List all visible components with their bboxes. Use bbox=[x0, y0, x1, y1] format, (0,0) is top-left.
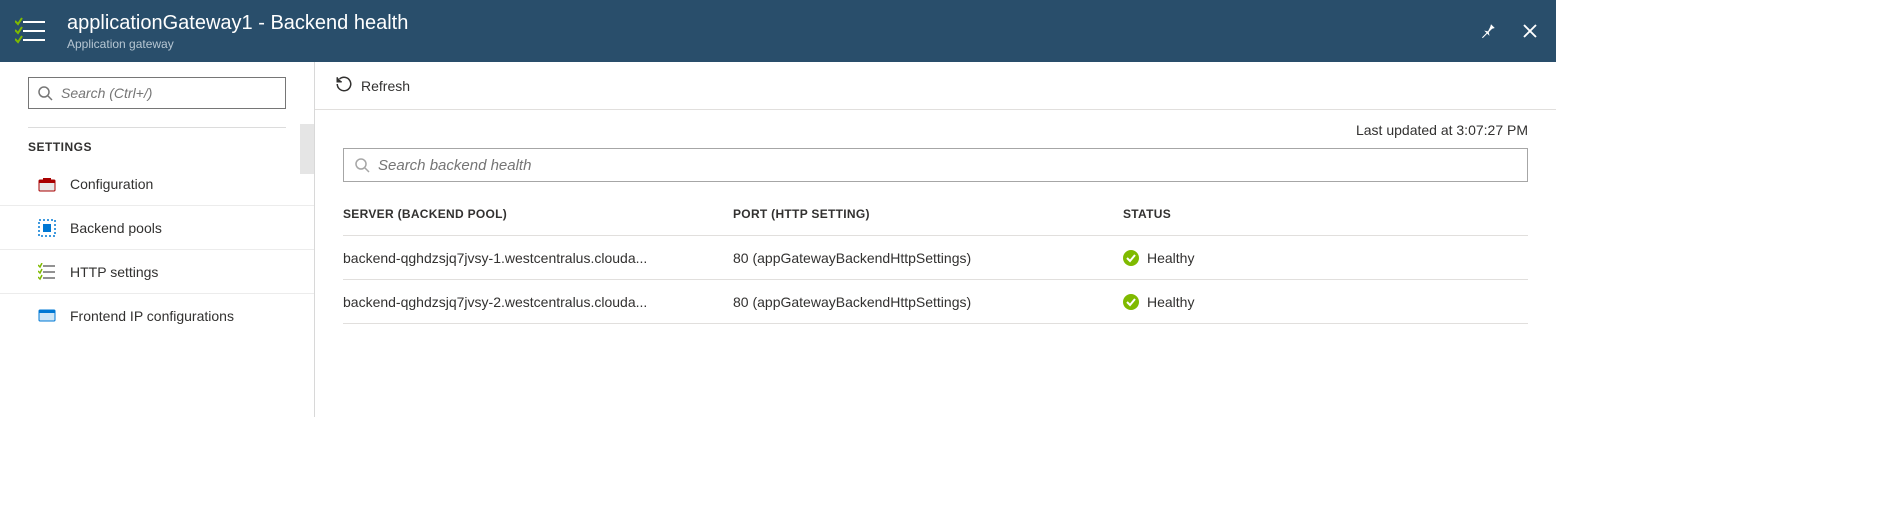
frontend-ip-icon bbox=[38, 307, 56, 325]
sidebar-item-frontend-ip[interactable]: Frontend IP configurations bbox=[0, 294, 314, 338]
search-icon bbox=[354, 157, 370, 173]
blade-header: applicationGateway1 - Backend health App… bbox=[0, 0, 1556, 62]
status-label: Healthy bbox=[1147, 250, 1194, 266]
cell-status: Healthy bbox=[1123, 294, 1528, 310]
refresh-icon bbox=[335, 75, 353, 96]
configuration-icon bbox=[38, 175, 56, 193]
status-label: Healthy bbox=[1147, 294, 1194, 310]
last-updated-text: Last updated at 3:07:27 PM bbox=[315, 110, 1556, 138]
cell-port: 80 (appGatewayBackendHttpSettings) bbox=[733, 250, 1123, 266]
column-header-status[interactable]: STATUS bbox=[1123, 207, 1528, 221]
refresh-button[interactable]: Refresh bbox=[335, 75, 410, 96]
sidebar-item-backend-pools[interactable]: Backend pools bbox=[0, 206, 314, 250]
divider bbox=[28, 127, 286, 128]
http-settings-icon bbox=[38, 263, 56, 281]
sidebar-heading-settings: SETTINGS bbox=[28, 140, 286, 154]
table-header: SERVER (BACKEND POOL) PORT (HTTP SETTING… bbox=[343, 192, 1528, 236]
scrollbar-thumb[interactable] bbox=[300, 124, 314, 174]
backend-health-search-input[interactable] bbox=[378, 157, 1517, 174]
toolbar: Refresh bbox=[315, 62, 1556, 110]
sidebar-item-label: Backend pools bbox=[70, 220, 162, 236]
backend-pools-icon bbox=[38, 219, 56, 237]
cell-status: Healthy bbox=[1123, 250, 1528, 266]
main-content: Refresh Last updated at 3:07:27 PM SERVE… bbox=[315, 62, 1556, 417]
sidebar-item-label: Frontend IP configurations bbox=[70, 308, 234, 324]
sidebar-item-configuration[interactable]: Configuration bbox=[0, 162, 314, 206]
pin-button[interactable] bbox=[1474, 17, 1502, 45]
page-subtitle: Application gateway bbox=[67, 37, 1474, 51]
page-title: applicationGateway1 - Backend health bbox=[67, 11, 1474, 35]
sidebar: SETTINGS Configuration Backend pools bbox=[0, 62, 315, 417]
column-header-server[interactable]: SERVER (BACKEND POOL) bbox=[343, 207, 733, 221]
backend-health-table: SERVER (BACKEND POOL) PORT (HTTP SETTING… bbox=[343, 192, 1528, 324]
status-healthy-icon bbox=[1123, 250, 1139, 266]
column-header-port[interactable]: PORT (HTTP SETTING) bbox=[733, 207, 1123, 221]
backend-health-search[interactable] bbox=[343, 148, 1528, 182]
search-icon bbox=[37, 85, 53, 101]
status-healthy-icon bbox=[1123, 294, 1139, 310]
backend-health-icon bbox=[15, 14, 49, 48]
refresh-label: Refresh bbox=[361, 78, 410, 94]
close-button[interactable] bbox=[1516, 17, 1544, 45]
sidebar-search-input[interactable] bbox=[61, 85, 277, 101]
cell-port: 80 (appGatewayBackendHttpSettings) bbox=[733, 294, 1123, 310]
table-row[interactable]: backend-qghdzsjq7jvsy-2.westcentralus.cl… bbox=[343, 280, 1528, 324]
cell-server: backend-qghdzsjq7jvsy-2.westcentralus.cl… bbox=[343, 294, 733, 310]
table-row[interactable]: backend-qghdzsjq7jvsy-1.westcentralus.cl… bbox=[343, 236, 1528, 280]
sidebar-search[interactable] bbox=[28, 77, 286, 109]
sidebar-item-label: HTTP settings bbox=[70, 264, 158, 280]
cell-server: backend-qghdzsjq7jvsy-1.westcentralus.cl… bbox=[343, 250, 733, 266]
sidebar-item-http-settings[interactable]: HTTP settings bbox=[0, 250, 314, 294]
sidebar-item-label: Configuration bbox=[70, 176, 153, 192]
